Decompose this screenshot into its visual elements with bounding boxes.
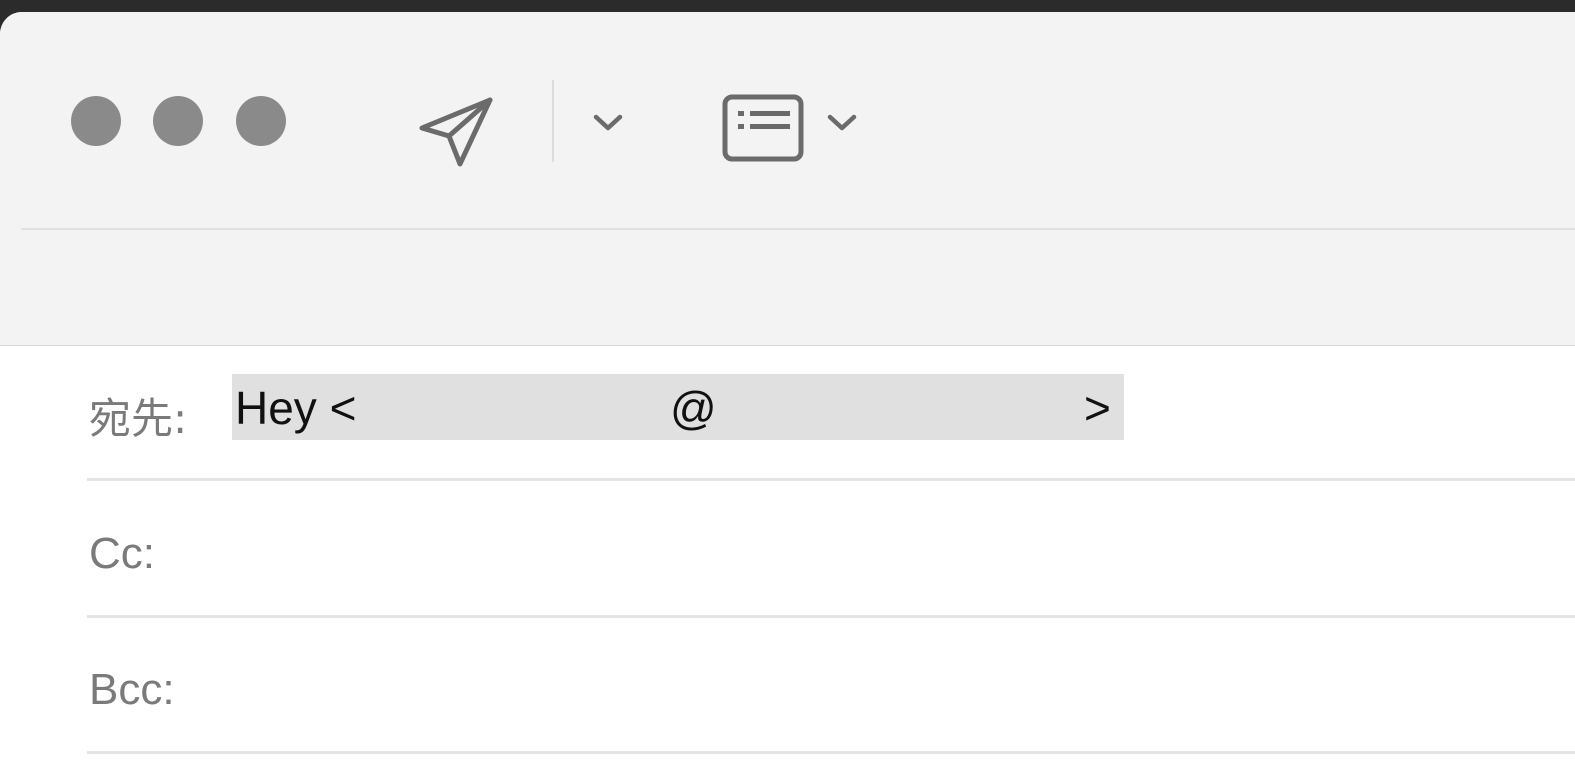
zoom-window-button[interactable] [236, 96, 286, 146]
cc-field-label: Cc: [89, 529, 155, 578]
toolbar-separator [21, 228, 1575, 230]
bcc-field-row[interactable]: Bcc: [87, 618, 1575, 754]
paper-plane-icon[interactable] [416, 90, 496, 170]
list-card-icon[interactable] [722, 94, 806, 164]
chevron-down-icon[interactable] [590, 110, 626, 134]
to-field-row[interactable]: 宛先: Hey < @ > [87, 345, 1575, 481]
cc-field-row[interactable]: Cc: [87, 481, 1575, 618]
recipient-close-bracket: > [1084, 382, 1111, 434]
recipient-token[interactable]: Hey < @ > [232, 374, 1124, 440]
to-field-label: 宛先: [89, 394, 188, 443]
compose-toolbar [0, 12, 1575, 346]
minimize-window-button[interactable] [153, 96, 203, 146]
recipient-at-sign: @ [670, 382, 717, 434]
compose-window: 宛先: Hey < @ > Cc: Bcc: [0, 12, 1575, 767]
recipient-name: Hey < [235, 382, 357, 434]
close-window-button[interactable] [71, 96, 121, 146]
toolbar-divider [552, 80, 554, 162]
chevron-down-icon[interactable] [824, 110, 860, 134]
bcc-field-label: Bcc: [89, 665, 175, 714]
